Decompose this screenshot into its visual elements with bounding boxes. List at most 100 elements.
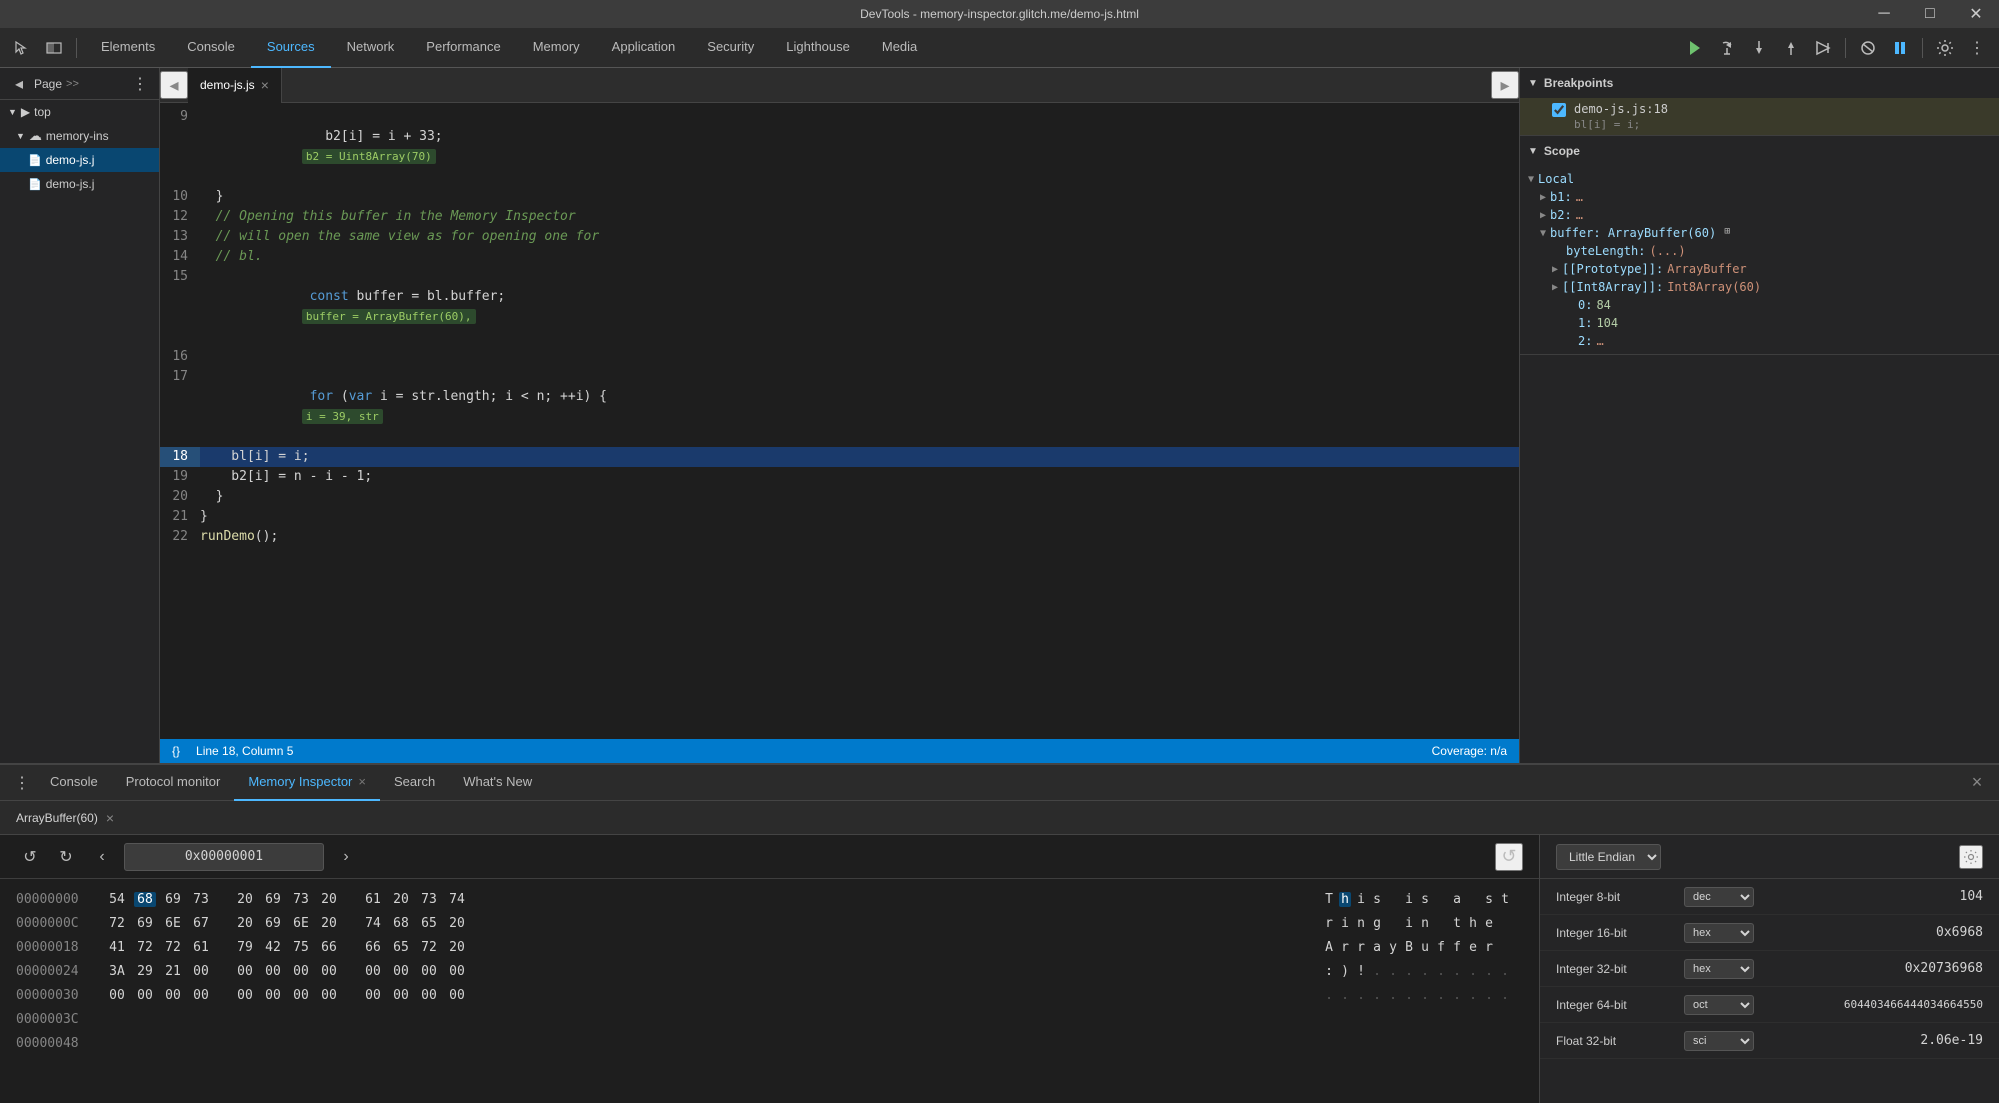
byte-c-5[interactable]: 69 (262, 916, 284, 931)
editor-nav-left[interactable]: ◂ (160, 71, 188, 99)
sidebar-item-memory-inspector[interactable]: ▼ ☁ memory-ins (0, 124, 159, 148)
memory-icon[interactable]: ⊞ (1724, 226, 1730, 237)
bottom-tab-search[interactable]: Search (380, 765, 449, 801)
cursor-tool-button[interactable] (8, 34, 36, 62)
ascii-0-9[interactable] (1467, 892, 1479, 907)
byte-0-3[interactable]: 73 (190, 892, 212, 907)
tab-elements[interactable]: Elements (85, 28, 171, 68)
tab-network[interactable]: Network (331, 28, 411, 68)
scope-bytelength[interactable]: byteLength: (...) (1520, 242, 1999, 260)
ascii-0-1[interactable]: h (1339, 892, 1351, 907)
byte-c-7[interactable]: 20 (318, 916, 340, 931)
mr-settings-button[interactable] (1959, 845, 1983, 869)
minimize-button[interactable]: ─ (1861, 0, 1907, 28)
breakpoints-header[interactable]: ▼ Breakpoints (1520, 68, 1999, 98)
byte-0-9[interactable]: 20 (390, 892, 412, 907)
prev-address-button[interactable]: ‹ (88, 843, 116, 871)
editor-tab-close[interactable]: × (261, 77, 269, 93)
sidebar-item-top[interactable]: ▼ ▶ top (0, 100, 159, 124)
int32-format[interactable]: dec hex oct sci (1684, 959, 1754, 979)
tab-console[interactable]: Console (171, 28, 251, 68)
byte-0-8[interactable]: 61 (362, 892, 384, 907)
maximize-button[interactable]: □ (1907, 0, 1953, 28)
buffer-tab-close[interactable]: × (106, 810, 114, 826)
ascii-0-6[interactable]: s (1419, 892, 1431, 907)
int16-format[interactable]: dec hex oct sci (1684, 923, 1754, 943)
ascii-0-0[interactable]: T (1323, 892, 1335, 907)
address-input[interactable] (124, 843, 324, 871)
ascii-0-10[interactable]: s (1483, 892, 1495, 907)
tab-security[interactable]: Security (691, 28, 770, 68)
byte-c-6[interactable]: 6E (290, 916, 312, 931)
int64-format[interactable]: dec hex oct sci (1684, 995, 1754, 1015)
sidebar-menu-button[interactable]: ⋮ (129, 73, 151, 95)
byte-0-11[interactable]: 74 (446, 892, 468, 907)
more-tabs-button[interactable]: >> (66, 78, 79, 90)
byte-0-4[interactable]: 20 (234, 892, 256, 907)
bottom-tab-protocol-monitor[interactable]: Protocol monitor (112, 765, 235, 801)
tab-application[interactable]: Application (596, 28, 692, 68)
byte-0-5[interactable]: 69 (262, 892, 284, 907)
step-button[interactable] (1809, 34, 1837, 62)
byte-c-4[interactable]: 20 (234, 916, 256, 931)
dock-button[interactable] (40, 34, 68, 62)
tab-media[interactable]: Media (866, 28, 933, 68)
byte-0-6[interactable]: 73 (290, 892, 312, 907)
refresh-button[interactable]: ↺ (1495, 843, 1523, 871)
scope-b2[interactable]: ▶ b2: … (1520, 206, 1999, 224)
byte-0-1[interactable]: 68 (134, 892, 156, 907)
byte-c-11[interactable]: 20 (446, 916, 468, 931)
settings-button[interactable] (1931, 34, 1959, 62)
close-button[interactable]: ✕ (1953, 0, 1999, 28)
tab-memory[interactable]: Memory (517, 28, 596, 68)
deactivate-breakpoints-button[interactable] (1854, 34, 1882, 62)
undo-button[interactable]: ↺ (16, 843, 44, 871)
redo-button[interactable]: ↻ (52, 843, 80, 871)
bottom-tab-console[interactable]: Console (36, 765, 112, 801)
sidebar-item-demo-js-1[interactable]: 📄 demo-js.j (0, 148, 159, 172)
byte-c-10[interactable]: 65 (418, 916, 440, 931)
pause-button[interactable] (1886, 34, 1914, 62)
byte-0-0[interactable]: 54 (106, 892, 128, 907)
tab-sources[interactable]: Sources (251, 28, 331, 68)
tab-performance[interactable]: Performance (410, 28, 516, 68)
endian-select[interactable]: Little Endian Big Endian (1556, 844, 1661, 870)
scope-buffer[interactable]: ▼ buffer: ArrayBuffer(60) ⊞ (1520, 224, 1999, 242)
page-tab-label[interactable]: Page (34, 77, 62, 91)
ascii-0-2[interactable]: i (1355, 892, 1367, 907)
scope-b1[interactable]: ▶ b1: … (1520, 188, 1999, 206)
byte-0-7[interactable]: 20 (318, 892, 340, 907)
byte-c-1[interactable]: 69 (134, 916, 156, 931)
bottom-tab-memory-inspector[interactable]: Memory Inspector × (234, 765, 380, 801)
code-editor[interactable]: 9 b2[i] = i + 33; b2 = Uint8Array(70) 10… (160, 103, 1519, 739)
editor-tab-demo-js[interactable]: demo-js.js × (188, 68, 282, 103)
scope-int8array[interactable]: ▶ [[Int8Array]]: Int8Array(60) (1520, 278, 1999, 296)
ascii-0-4[interactable] (1387, 892, 1399, 907)
editor-nav-right[interactable]: ▸ (1491, 71, 1519, 99)
scope-header[interactable]: ▼ Scope (1520, 136, 1999, 166)
sidebar-nav-button[interactable]: ◂ (8, 73, 30, 95)
byte-c-8[interactable]: 74 (362, 916, 384, 931)
byte-0-10[interactable]: 73 (418, 892, 440, 907)
tab-lighthouse[interactable]: Lighthouse (770, 28, 866, 68)
ascii-0-7[interactable] (1435, 892, 1447, 907)
step-into-button[interactable] (1745, 34, 1773, 62)
step-over-button[interactable] (1713, 34, 1741, 62)
int8-format[interactable]: dec hex oct sci (1684, 887, 1754, 907)
memory-inspector-tab-close[interactable]: × (358, 774, 366, 789)
sidebar-item-demo-js-2[interactable]: 📄 demo-js.j (0, 172, 159, 196)
byte-0-2[interactable]: 69 (162, 892, 184, 907)
resume-button[interactable] (1681, 34, 1709, 62)
format-icon[interactable]: {} (172, 744, 180, 758)
byte-c-2[interactable]: 6E (162, 916, 184, 931)
close-bottom-panel-button[interactable]: × (1963, 769, 1991, 797)
scope-local-header[interactable]: ▼ Local (1520, 170, 1999, 188)
breakpoint-checkbox-0[interactable] (1552, 103, 1566, 117)
byte-c-0[interactable]: 72 (106, 916, 128, 931)
more-options-button[interactable]: ⋮ (1963, 34, 1991, 62)
bottom-more-button[interactable]: ⋮ (8, 769, 36, 797)
ascii-0-11[interactable]: t (1499, 892, 1511, 907)
ascii-0-8[interactable]: a (1451, 892, 1463, 907)
step-out-button[interactable] (1777, 34, 1805, 62)
ascii-0-5[interactable]: i (1403, 892, 1415, 907)
